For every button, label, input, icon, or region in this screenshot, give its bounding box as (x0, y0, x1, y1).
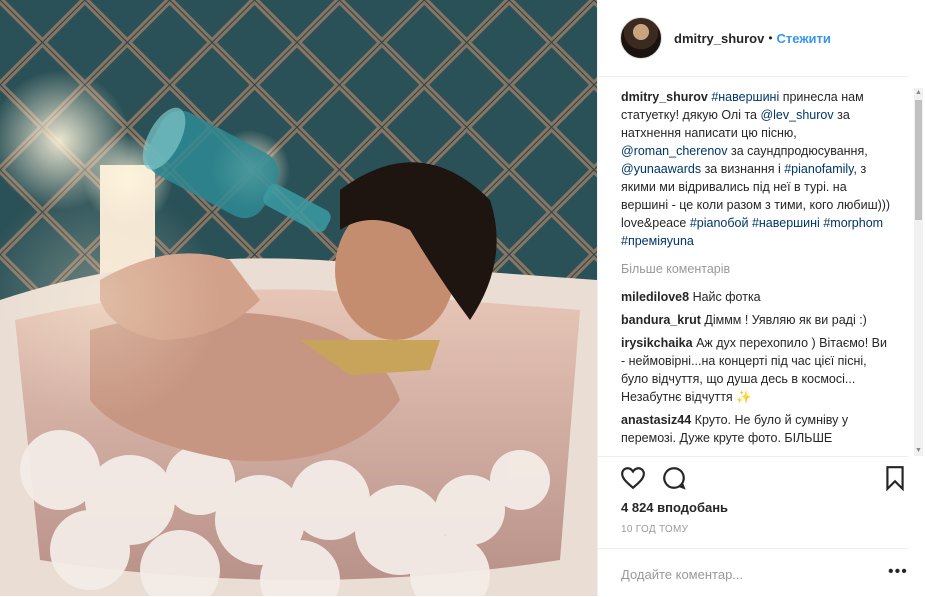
load-more-comments-button[interactable]: Більше коментарів (621, 260, 891, 278)
heart-icon[interactable] (620, 465, 646, 496)
caption-tag-link[interactable]: #pianofamily (784, 162, 853, 176)
comments-list: dmitry_shurov #навершині принесла нам ст… (621, 88, 891, 456)
instagram-post: dmitry_shurov • Стежити dmitry_shurov #н… (0, 0, 925, 596)
post-actions (598, 456, 908, 501)
post-caption: dmitry_shurov #навершині принесла нам ст… (621, 88, 891, 250)
add-comment-bar: Додайте коментар... ••• (598, 548, 908, 597)
comment-username[interactable]: anastasiz44 (621, 413, 691, 427)
comments-scrollbar[interactable]: ▲ ▼ (914, 88, 923, 456)
caption-tag-link[interactable]: #pianoбой (690, 216, 749, 230)
scrollbar-thumb[interactable] (915, 100, 922, 220)
header-separator: • (768, 31, 773, 45)
comment-item: irysikchaika Аж дух перехопило ) Вітаємо… (621, 334, 891, 406)
caption-tag-link[interactable]: @lev_shurov (760, 108, 833, 122)
comment-text: Найс фотка (689, 290, 761, 304)
more-options-button[interactable]: ••• (888, 563, 908, 581)
like-count[interactable]: 4 824 вподобань (621, 500, 728, 515)
comment-item: anastasiz44 Круто. Не було й сумніву у п… (621, 411, 891, 447)
comment-username[interactable]: irysikchaika (621, 336, 693, 350)
caption-text: за саундпродюсування, (727, 144, 868, 158)
follow-button[interactable]: Стежити (777, 31, 831, 46)
bookmark-icon[interactable] (884, 465, 906, 496)
caption-tag-link[interactable]: #преміяyuna (621, 234, 694, 248)
comment-icon[interactable] (661, 465, 687, 496)
caption-text: за визнання і (701, 162, 785, 176)
caption-username[interactable]: dmitry_shurov (621, 90, 708, 104)
caption-tag-link[interactable]: @roman_cherenov (621, 144, 728, 158)
caption-tag-link[interactable]: #навершині (711, 90, 779, 104)
post-sidebar: dmitry_shurov • Стежити dmitry_shurov #н… (597, 0, 925, 596)
scroll-up-arrow[interactable]: ▲ (914, 88, 923, 98)
scroll-down-arrow[interactable]: ▼ (914, 446, 923, 456)
caption-tag-link[interactable]: @yunaawards (621, 162, 701, 176)
post-timestamp: 10 ГОД ТОМУ (621, 524, 689, 535)
author-username[interactable]: dmitry_shurov (674, 31, 764, 46)
post-header: dmitry_shurov • Стежити (598, 0, 908, 77)
post-photo[interactable] (0, 0, 597, 596)
bath-photo-illustration (0, 0, 597, 596)
add-comment-input[interactable]: Додайте коментар... (621, 567, 743, 582)
comment-text: Діммм ! Уявляю як ви раді :) (700, 313, 867, 327)
comment-username[interactable]: miledilove8 (621, 290, 689, 304)
comment-item: miledilove8 Найс фотка (621, 288, 891, 306)
comment-items: miledilove8 Найс фотка bandura_krut Діммм… (621, 288, 891, 447)
comment-username[interactable]: bandura_krut (621, 313, 701, 327)
avatar[interactable] (620, 17, 662, 59)
caption-tag-link[interactable]: #morphom (823, 216, 883, 230)
comment-item: bandura_krut Діммм ! Уявляю як ви раді :… (621, 311, 891, 329)
caption-tag-link[interactable]: #навершині (752, 216, 820, 230)
